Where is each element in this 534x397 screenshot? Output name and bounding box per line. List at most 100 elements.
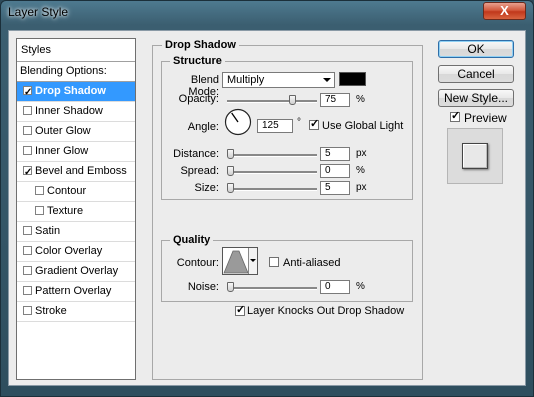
contour-dropdown-button[interactable] <box>248 248 257 274</box>
angle-label: Angle: <box>187 121 219 133</box>
opacity-slider-thumb[interactable] <box>289 95 297 105</box>
style-item-checkbox[interactable] <box>23 266 32 275</box>
style-item[interactable]: Inner Glow <box>17 142 135 162</box>
style-item-checkbox[interactable] <box>23 306 32 315</box>
size-label: Size: <box>194 182 219 194</box>
layer-knocks-out-label: Layer Knocks Out Drop Shadow <box>247 305 405 317</box>
opacity-slider-track[interactable] <box>227 100 317 103</box>
spread-slider-thumb[interactable] <box>227 166 234 176</box>
style-item[interactable]: Pattern Overlay <box>17 282 135 302</box>
style-item-label: Outer Glow <box>35 125 91 137</box>
layer-knocks-out-checkbox[interactable] <box>235 303 245 316</box>
style-item[interactable]: Contour <box>17 182 135 202</box>
spread-slider-track[interactable] <box>227 171 317 174</box>
blend-mode-value: Multiply <box>227 74 265 86</box>
style-item[interactable]: Texture <box>17 202 135 222</box>
style-item-label: Inner Shadow <box>35 105 103 117</box>
blend-mode-select[interactable]: Multiply <box>222 72 335 88</box>
style-item-checkbox[interactable] <box>35 186 44 195</box>
contour-curve-icon <box>223 250 249 274</box>
style-item-checkbox[interactable] <box>23 246 32 255</box>
cancel-button[interactable]: Cancel <box>438 65 514 83</box>
styles-list: Styles Blending Options: Custom Drop Sha… <box>16 38 136 380</box>
chevron-down-icon <box>250 259 256 262</box>
preview-sample-square <box>462 143 488 169</box>
style-item-label: Satin <box>35 225 61 237</box>
style-item-label: Color Overlay <box>35 245 103 257</box>
distance-label: Distance: <box>173 148 219 160</box>
quality-title: Quality <box>170 234 214 246</box>
angle-dial[interactable] <box>224 108 252 136</box>
spread-unit: % <box>356 165 365 176</box>
preview-label: Preview <box>464 111 507 125</box>
preview-thumbnail <box>447 128 503 184</box>
style-item-label: Drop Shadow <box>35 85 106 97</box>
window-title: Layer Style <box>8 5 69 19</box>
use-global-light-checkbox[interactable] <box>309 117 319 130</box>
new-style-button[interactable]: New Style... <box>438 89 514 107</box>
style-item-checkbox[interactable] <box>23 163 32 182</box>
shadow-color-swatch[interactable] <box>339 72 366 86</box>
size-slider-thumb[interactable] <box>227 183 234 193</box>
anti-aliased-checkbox[interactable] <box>269 257 279 267</box>
style-item[interactable]: Inner Shadow <box>17 102 135 122</box>
opacity-label: Opacity: <box>178 93 219 105</box>
angle-unit: ° <box>297 117 301 128</box>
style-item-checkbox[interactable] <box>35 206 44 215</box>
noise-slider-thumb[interactable] <box>227 282 234 292</box>
blending-options-item[interactable]: Blending Options: Custom <box>17 62 135 96</box>
noise-input[interactable]: 0 <box>320 280 350 294</box>
size-input[interactable]: 5 <box>320 181 350 195</box>
layer-style-window: Layer Style X Styles Blending Options: C… <box>0 0 534 397</box>
preview-checkbox[interactable] <box>450 109 460 122</box>
style-item-checkbox[interactable] <box>23 226 32 235</box>
style-item-checkbox[interactable] <box>23 286 32 295</box>
close-button[interactable]: X <box>483 2 526 20</box>
opacity-unit: % <box>356 94 365 105</box>
distance-unit: px <box>356 148 367 159</box>
style-item-label: Stroke <box>35 305 67 317</box>
drop-shadow-title: Drop Shadow <box>162 39 239 51</box>
drop-shadow-group: Drop Shadow Structure Blend Mode: Multip… <box>152 39 423 380</box>
style-item-label: Bevel and Emboss <box>35 165 127 177</box>
distance-input[interactable]: 5 <box>320 147 350 161</box>
style-item-checkbox[interactable] <box>23 146 32 155</box>
style-item[interactable]: Gradient Overlay <box>17 262 135 282</box>
style-item[interactable]: Drop Shadow <box>17 82 135 102</box>
contour-picker[interactable] <box>222 247 258 275</box>
style-items: Drop Shadow Inner Shadow Outer Glow Inner G… <box>17 82 135 322</box>
size-unit: px <box>356 182 367 193</box>
ok-button[interactable]: OK <box>438 40 514 58</box>
distance-slider-track[interactable] <box>227 154 317 157</box>
styles-header[interactable]: Styles <box>17 39 135 62</box>
style-item[interactable]: Outer Glow <box>17 122 135 142</box>
style-item[interactable]: Color Overlay <box>17 242 135 262</box>
style-item-checkbox[interactable] <box>23 83 32 102</box>
structure-group: Structure Blend Mode: Multiply Opacity: … <box>161 55 413 200</box>
title-bar[interactable]: Layer Style X <box>1 1 533 25</box>
use-global-light-label: Use Global Light <box>322 120 404 132</box>
anti-aliased-label: Anti-aliased <box>283 257 341 269</box>
size-slider-track[interactable] <box>227 188 317 191</box>
quality-group: Quality Contour: Anti-aliased Noise: 0 % <box>161 234 413 302</box>
style-item-label: Gradient Overlay <box>35 265 119 277</box>
spread-input[interactable]: 0 <box>320 164 350 178</box>
style-item-label: Inner Glow <box>35 145 89 157</box>
close-icon: X <box>500 3 509 18</box>
spread-label: Spread: <box>180 165 219 177</box>
angle-input[interactable]: 125 <box>257 119 293 133</box>
dialog-client: Styles Blending Options: Custom Drop Sha… <box>8 30 526 386</box>
style-item-checkbox[interactable] <box>23 126 32 135</box>
style-item-label: Contour <box>47 185 87 197</box>
distance-slider-thumb[interactable] <box>227 149 234 159</box>
style-item-label: Texture <box>47 205 84 217</box>
noise-slider-track[interactable] <box>227 287 317 290</box>
contour-label: Contour: <box>176 257 219 269</box>
opacity-input[interactable]: 75 <box>320 93 350 107</box>
style-item[interactable]: Bevel and Emboss <box>17 162 135 182</box>
chevron-down-icon <box>323 78 331 82</box>
noise-label: Noise: <box>187 281 219 293</box>
style-item[interactable]: Satin <box>17 222 135 242</box>
style-item[interactable]: Stroke <box>17 302 135 322</box>
style-item-checkbox[interactable] <box>23 106 32 115</box>
